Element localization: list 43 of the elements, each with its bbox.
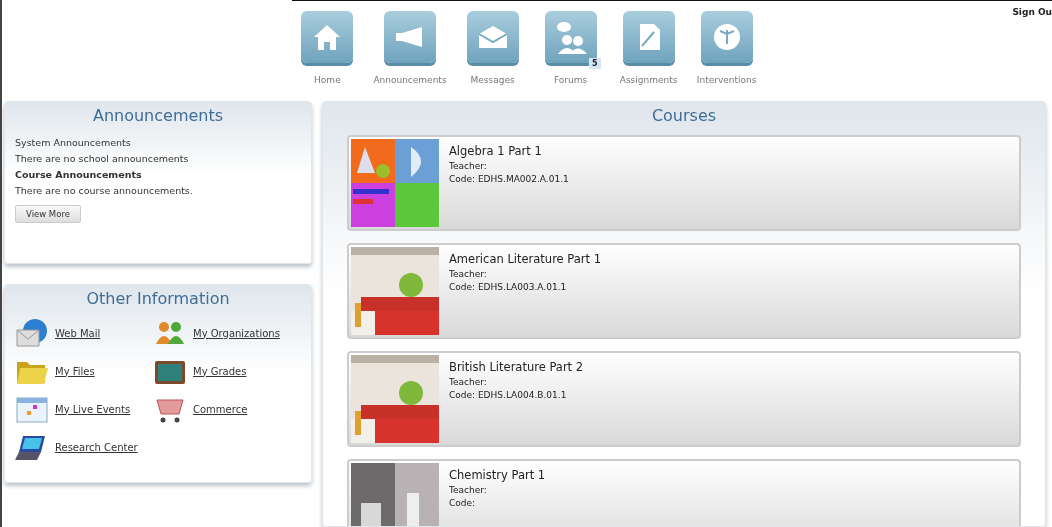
announcement-text: System Announcements [15,136,132,150]
panel-title: Other Information [85,289,231,308]
nav-button[interactable]: Interventions [694,11,759,101]
course-card[interactable]: Chemistry Part 1 Teacher: Code: [347,459,1021,526]
course-card[interactable]: American Literature Part 1 Teacher: Code: EDHS.LA003.A.01.1 [347,243,1021,339]
link[interactable]: My Files [55,365,95,377]
teacher-label: Teacher: [449,485,488,495]
course-card[interactable]: Algebra 1 Part 1 Teacher: Code: EDHS.MA002.A.01.1 [347,135,1021,231]
course-card[interactable]: British Literature Part 2 Teacher: Code: EDHS.LA004.B.01.1 [347,351,1021,447]
link[interactable]: My Live Events [55,403,131,415]
course-name: American Literature Part 1 [449,252,602,266]
count-badge: 5 [589,58,601,69]
envelope-icon [476,24,509,50]
course-code: Code: EDHS.LA004.B.01.1 [449,390,568,400]
course-code: Code: EDHS.LA003.A.01.1 [449,282,568,292]
view-more-button[interactable]: View More [15,205,81,223]
link[interactable]: My Organizations [193,327,280,339]
section-heading: Course Announcements [15,168,143,182]
link[interactable]: Commerce [193,403,248,415]
course-code: Code: [449,498,477,508]
course-name: British Literature Part 2 [449,360,584,374]
course-name: Chemistry Part 1 [449,468,546,482]
gauge-icon [711,22,742,52]
teacher-label: Teacher: [449,377,488,387]
announcement-text: There are no school announcements [15,152,190,166]
course-code: Code: EDHS.MA002.A.01.1 [449,174,569,184]
link[interactable]: My Grades [193,365,247,377]
announcement-text: There are no course announcements. [15,184,194,198]
link[interactable]: Research Center [55,441,138,453]
calendar-icon [15,394,49,424]
nav-button[interactable]: Assignments [616,11,681,101]
link[interactable]: Web Mail [55,327,101,339]
sign-out-link[interactable]: Sign Ou [1012,7,1052,17]
teacher-label: Teacher: [449,161,488,171]
panel-title: Courses [650,106,718,125]
teacher-label: Teacher: [449,269,488,279]
nav-button[interactable]: Home [295,11,360,101]
envelope-icon [15,318,49,348]
nav-button[interactable]: 5 Forums [538,11,603,101]
nav-button[interactable]: Announcements [373,11,447,101]
course-name: Algebra 1 Part 1 [449,144,543,158]
panel-title: Announcements [91,106,225,125]
nav-button[interactable]: Messages [460,11,525,101]
